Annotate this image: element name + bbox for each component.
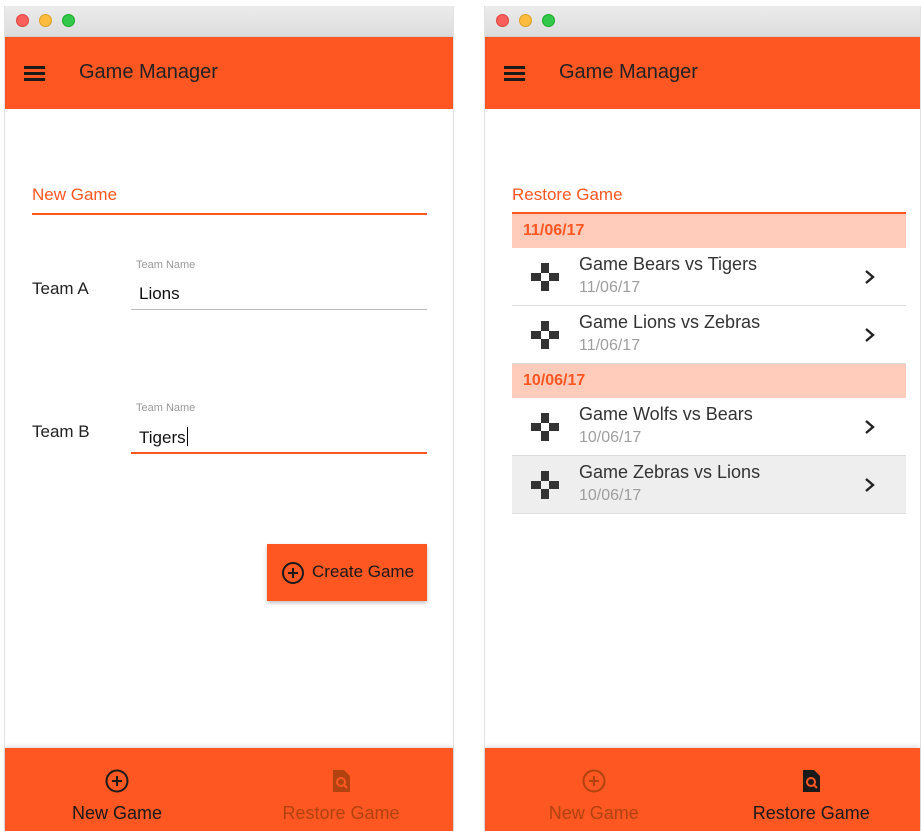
game-title: Game Zebras vs Lions xyxy=(579,462,761,482)
bottom-navigation: New Game Restore Game xyxy=(485,748,920,831)
date-group-header: 10/06/17 xyxy=(512,364,906,398)
game-title: Game Lions vs Zebras xyxy=(579,312,761,332)
team-a-input[interactable]: Lions xyxy=(139,284,180,304)
game-date: 11/06/17 xyxy=(579,279,641,296)
close-window-button[interactable] xyxy=(16,14,29,27)
game-title: Game Bears vs Tigers xyxy=(579,254,758,274)
game-list-item[interactable]: Game Lions vs Zebras 11/06/17 xyxy=(512,306,906,364)
section-title-new-game: New Game xyxy=(32,185,118,204)
gamepad-icon xyxy=(531,263,559,291)
team-a-underline xyxy=(131,309,427,310)
zoom-window-button[interactable] xyxy=(542,14,555,27)
chevron-right-icon xyxy=(865,478,875,492)
minimize-window-button[interactable] xyxy=(519,14,532,27)
game-list-item[interactable]: Game Wolfs vs Bears 10/06/17 xyxy=(512,398,906,456)
app-title: Game Manager xyxy=(79,61,218,83)
team-b-hint: Team Name xyxy=(136,402,196,414)
nav-new-game-label: New Game xyxy=(548,803,639,823)
nav-restore-game-label: Restore Game xyxy=(282,803,400,823)
window-titlebar xyxy=(5,6,453,37)
restore-search-icon xyxy=(803,770,821,792)
game-title: Game Wolfs vs Bears xyxy=(579,404,753,424)
app-bar: Game Manager xyxy=(5,37,453,109)
hamburger-menu-icon[interactable] xyxy=(504,66,525,81)
hamburger-menu-icon[interactable] xyxy=(24,66,45,81)
team-b-underline xyxy=(131,452,427,454)
add-circle-icon xyxy=(105,769,129,793)
nav-new-game[interactable]: New Game xyxy=(5,748,229,831)
team-b-input[interactable]: Tigers xyxy=(139,427,188,448)
add-circle-icon xyxy=(282,562,304,584)
window-titlebar xyxy=(485,6,920,37)
gamepad-icon xyxy=(531,471,559,499)
restore-game-window: Game Manager Restore Game 11/06/17 Game … xyxy=(484,6,921,831)
create-game-label: Create Game xyxy=(312,562,415,581)
bottom-navigation: New Game Restore Game xyxy=(5,748,453,831)
nav-restore-game-label: Restore Game xyxy=(752,803,870,823)
create-game-button[interactable]: Create Game xyxy=(267,544,427,601)
section-divider xyxy=(32,213,427,215)
team-b-input-value: Tigers xyxy=(139,428,186,447)
game-list-item[interactable]: Game Zebras vs Lions 10/06/17 xyxy=(512,456,906,514)
app-bar: Game Manager xyxy=(485,37,920,109)
date-group-header: 11/06/17 xyxy=(512,214,906,248)
zoom-window-button[interactable] xyxy=(62,14,75,27)
game-date: 10/06/17 xyxy=(579,429,642,446)
minimize-window-button[interactable] xyxy=(39,14,52,27)
chevron-right-icon xyxy=(865,270,875,284)
app-title: Game Manager xyxy=(559,61,698,83)
game-list-item[interactable]: Game Bears vs Tigers 11/06/17 xyxy=(512,248,906,306)
gamepad-icon xyxy=(531,413,559,441)
nav-restore-game[interactable]: Restore Game xyxy=(229,748,453,831)
nav-restore-game[interactable]: Restore Game xyxy=(703,748,921,831)
game-date: 11/06/17 xyxy=(579,337,641,354)
section-title-restore-game: Restore Game xyxy=(512,185,623,204)
text-caret xyxy=(186,427,188,446)
new-game-window: Game Manager New Game Team A Team Name L… xyxy=(4,6,454,831)
team-b-label: Team B xyxy=(32,422,90,441)
close-window-button[interactable] xyxy=(496,14,509,27)
team-a-hint: Team Name xyxy=(136,259,196,271)
nav-new-game-label: New Game xyxy=(71,803,163,823)
team-a-label: Team A xyxy=(32,279,89,298)
nav-new-game[interactable]: New Game xyxy=(485,748,703,831)
add-circle-icon xyxy=(582,769,606,793)
restore-search-icon xyxy=(333,770,350,792)
chevron-right-icon xyxy=(865,420,875,434)
game-date: 10/06/17 xyxy=(579,487,642,504)
gamepad-icon xyxy=(531,321,559,349)
chevron-right-icon xyxy=(865,328,875,342)
